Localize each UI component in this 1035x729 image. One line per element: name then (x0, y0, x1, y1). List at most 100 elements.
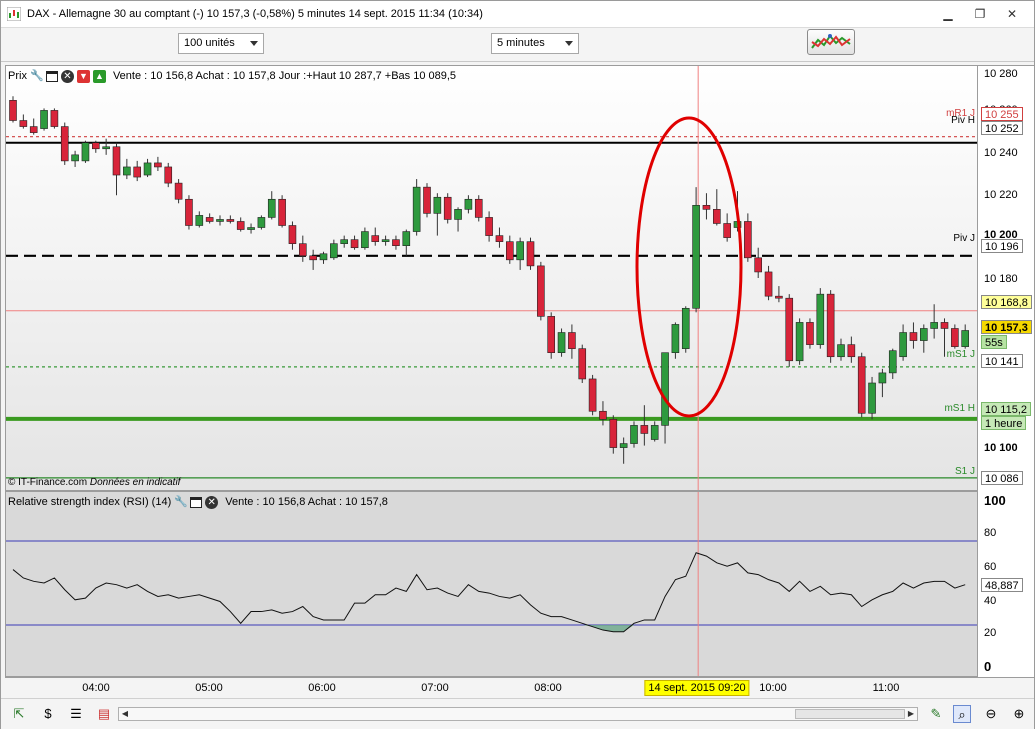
bullish-candle (412, 186, 421, 232)
time-tick: 04:00 (82, 682, 110, 694)
bullish-candle (433, 196, 442, 214)
time-tick: 07:00 (421, 682, 449, 694)
bullish-candle (464, 198, 473, 210)
bearish-candle (392, 239, 400, 246)
close-button[interactable]: ✕ (999, 5, 1025, 23)
bullish-candle (81, 142, 90, 162)
bullish-candle (661, 352, 669, 426)
piv-h-line-label: Piv H (951, 115, 975, 126)
scroll-left-icon[interactable]: ◀ (119, 708, 131, 720)
rsi-tick: 60 (984, 561, 997, 573)
rsi-tick: 80 (984, 527, 997, 539)
restore-button[interactable]: ❐ (967, 5, 993, 23)
wrench-icon[interactable]: 🔧 (30, 70, 44, 83)
draw-tool-icon[interactable]: ✎ (927, 705, 945, 723)
price-axis[interactable]: 10 280 10 260 10 240 10 220 10 200 10 18… (978, 65, 1034, 491)
bullish-candle (619, 443, 628, 448)
piv-h-value-tag: 10 252 (981, 121, 1023, 135)
chevron-down-icon (565, 41, 573, 46)
bearish-candle (723, 223, 731, 238)
bars-tool-icon[interactable]: ▤ (95, 705, 113, 723)
bearish-candle (951, 328, 959, 347)
period-select[interactable]: 5 minutes (491, 33, 579, 54)
title-bar: DAX - Allemagne 30 au comptant (-) 10 15… (1, 1, 1034, 28)
price-quote-text: Vente : 10 156,8 Achat : 10 157,8 Jour :… (112, 70, 457, 82)
rsi-pane[interactable]: Relative strength index (RSI) (14) 🔧 ✕ V… (5, 491, 978, 677)
units-select-value: 100 unités (184, 37, 235, 49)
window-icon[interactable] (45, 70, 58, 82)
rsi-pane-title: Relative strength index (RSI) (14) (8, 496, 172, 508)
rsi-chart[interactable] (6, 492, 977, 676)
price-tick: 10 100 (984, 442, 1018, 454)
dollar-tool-icon[interactable]: $ (39, 705, 57, 723)
bearish-candle (92, 142, 100, 150)
bullish-candle (878, 372, 887, 384)
bearish-candle (9, 100, 17, 121)
bullish-candle (340, 239, 349, 244)
rsi-tick: 20 (984, 627, 997, 639)
bearish-candle (29, 126, 38, 133)
price-pane-header: Prix 🔧 ✕ ▼ ▲ Vente : 10 156,8 Achat : 10… (8, 68, 456, 84)
indicators-icon (811, 34, 851, 49)
bearish-candle (350, 239, 359, 249)
rsi-background (6, 492, 977, 676)
bearish-candle (764, 271, 773, 297)
wrench-icon[interactable]: 🔧 (174, 496, 188, 509)
zoom-fit-icon[interactable]: ⌕ (953, 705, 971, 723)
bullish-candle (319, 253, 328, 261)
bearish-candle (423, 186, 431, 214)
candlestick-chart[interactable] (6, 66, 977, 490)
toolbar: 100 unités 5 minutes (1, 28, 1034, 62)
bullish-candle (247, 227, 255, 230)
rsi-tick: 40 (984, 595, 997, 607)
piv-j-line-label: Piv J (953, 233, 975, 244)
bullish-candle (816, 293, 825, 345)
zoom-out-icon[interactable]: ⊖ (982, 705, 1000, 723)
bearish-candle (537, 265, 545, 317)
bearish-candle (236, 221, 245, 230)
rsi-axis[interactable]: 100 80 60 48,887 40 20 0 (978, 491, 1034, 677)
price-tick: 10 180 (984, 273, 1018, 285)
sell-icon[interactable]: ▼ (76, 69, 90, 83)
bearish-candle (785, 297, 794, 362)
time-axis[interactable]: 04:00 05:00 06:00 07:00 08:00 14 sept. 2… (5, 677, 1034, 697)
list-tool-icon[interactable]: ☰ (67, 705, 85, 723)
price-tick: 10 220 (984, 189, 1018, 201)
mr1-value-tag: 10 255 (981, 107, 1023, 121)
ms1-j-value-tag: 10 141 (981, 354, 1023, 368)
bearish-candle (940, 322, 949, 329)
price-pane[interactable]: Prix 🔧 ✕ ▼ ▲ Vente : 10 156,8 Achat : 10… (5, 65, 978, 491)
scroll-right-icon[interactable]: ▶ (905, 708, 917, 720)
bearish-candle (60, 126, 69, 162)
bearish-candle (826, 293, 835, 358)
bearish-candle (857, 356, 866, 414)
scroll-thumb[interactable] (795, 709, 905, 719)
close-icon[interactable]: ✕ (205, 495, 219, 509)
close-icon[interactable]: ✕ (60, 69, 74, 83)
bullish-candle (888, 350, 897, 374)
app-window: DAX - Allemagne 30 au comptant (-) 10 15… (0, 0, 1035, 729)
zoom-in-icon[interactable]: ⊕ (1010, 705, 1028, 723)
window-icon[interactable] (190, 496, 203, 508)
bearish-candle (112, 146, 121, 176)
bullish-candle (795, 322, 804, 362)
bearish-candle (909, 332, 918, 341)
bearish-candle (640, 425, 649, 434)
bearish-candle (19, 120, 28, 127)
bearish-candle (474, 198, 483, 218)
units-select[interactable]: 100 unités (178, 33, 264, 54)
horizontal-scrollbar[interactable]: ◀ ▶ (118, 707, 918, 721)
bullish-candle (681, 307, 690, 349)
minimize-button[interactable]: ▁ (935, 5, 961, 23)
indicators-button[interactable] (807, 29, 855, 55)
rsi-current-value-tag: 48,887 (981, 578, 1023, 592)
price-tick: 10 280 (984, 68, 1018, 80)
buy-icon[interactable]: ▲ (92, 69, 106, 83)
bearish-candle (609, 419, 618, 448)
bearish-candle (205, 217, 214, 222)
cursor-tool-icon[interactable]: ⇱ (10, 705, 28, 723)
bearish-candle (443, 196, 452, 220)
bearish-candle (164, 166, 173, 184)
bearish-candle (754, 257, 763, 273)
bullish-candle (868, 382, 876, 414)
